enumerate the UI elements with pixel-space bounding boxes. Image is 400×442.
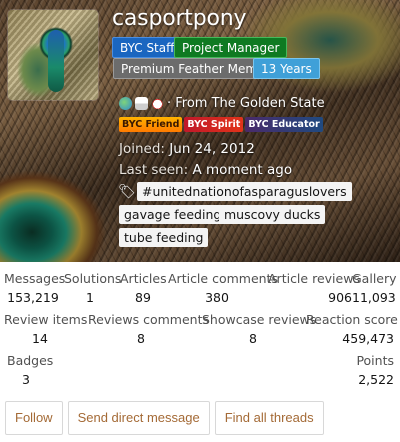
last-seen-value: A moment ago xyxy=(192,162,293,178)
profile-banner: casportpony BYC Staff Project Manager Pr… xyxy=(0,0,400,262)
globe-icon xyxy=(119,96,132,110)
joined-label: Joined: xyxy=(119,141,165,157)
stat-label: Gallery xyxy=(352,271,397,286)
trophy-row: BYC Friend BYC Spirit BYC Educator xyxy=(119,117,323,132)
stat-label: Review items xyxy=(4,312,88,327)
last-seen-label: Last seen: xyxy=(119,162,189,178)
stat-value: 380 xyxy=(205,290,229,305)
stat-value: 8 xyxy=(137,331,145,346)
stat-gallery[interactable]: Gallery 11,093 xyxy=(352,271,397,305)
stat-points[interactable]: Points 2,522 xyxy=(330,353,394,387)
chicken-icon xyxy=(151,96,164,110)
stat-value: 3 xyxy=(22,372,30,387)
joined-line: Joined: Jun 24, 2012 xyxy=(119,141,255,157)
stat-label: Points xyxy=(356,353,394,368)
profile-actions: Follow Send direct message Find all thre… xyxy=(5,401,324,435)
stat-value: 8 xyxy=(249,331,257,346)
stat-label: Showcase reviews xyxy=(202,312,317,327)
stat-solutions[interactable]: Solutions 1 xyxy=(64,271,122,305)
badge-project-manager: Project Manager xyxy=(174,37,288,58)
stat-reaction-score[interactable]: Reaction score 459,473 xyxy=(306,312,398,346)
trophy-byc-friend[interactable]: BYC Friend xyxy=(119,117,183,132)
stat-value: 2,522 xyxy=(358,372,394,387)
stat-value: 906 xyxy=(328,290,352,305)
stat-value: 89 xyxy=(135,290,151,305)
stat-review-items[interactable]: Review items 14 xyxy=(4,312,87,346)
send-direct-message-button[interactable]: Send direct message xyxy=(67,401,210,435)
tag-item[interactable]: #unitednationofasparaguslovers xyxy=(137,182,352,201)
stat-label: Reviews comments xyxy=(88,312,209,327)
joined-date: Jun 24, 2012 xyxy=(169,141,255,157)
username[interactable]: casportpony xyxy=(112,6,247,31)
stat-showcase-reviews[interactable]: Showcase reviews 8 xyxy=(202,312,316,346)
find-all-threads-button[interactable]: Find all threads xyxy=(214,401,324,435)
stat-label: Article reviews xyxy=(268,271,360,286)
stat-article-comments[interactable]: Article comments 380 xyxy=(168,271,278,305)
badge-membership-years: 13 Years xyxy=(253,58,320,79)
stat-label: Reaction score xyxy=(306,312,398,327)
trophy-byc-educator[interactable]: BYC Educator xyxy=(245,117,323,132)
stat-value: 14 xyxy=(32,331,48,346)
flag-icon xyxy=(135,96,148,110)
stat-label: Articles xyxy=(120,271,167,286)
avatar[interactable] xyxy=(8,10,98,100)
last-seen-line: Last seen: A moment ago xyxy=(119,162,292,178)
user-origin: · From The Golden State xyxy=(119,94,325,112)
stat-label: Article comments xyxy=(168,271,278,286)
origin-text: · From The Golden State xyxy=(167,95,325,111)
stat-value: 1 xyxy=(86,290,94,305)
stat-label: Solutions xyxy=(64,271,122,286)
tag-item[interactable]: muscovy ducks xyxy=(219,205,326,224)
stat-articles[interactable]: Articles 89 xyxy=(120,271,167,305)
trophy-byc-spirit[interactable]: BYC Spirit xyxy=(184,117,244,132)
stat-value: 153,219 xyxy=(7,290,59,305)
tag-item[interactable]: gavage feeding xyxy=(119,205,227,224)
tag-item[interactable]: tube feeding xyxy=(119,228,209,247)
stat-messages[interactable]: Messages 153,219 xyxy=(4,271,66,305)
badge-byc-staff: BYC Staff xyxy=(112,37,183,58)
stat-label: Badges xyxy=(7,353,54,368)
stat-label: Messages xyxy=(4,271,66,286)
avatar-peacock-image xyxy=(48,30,64,92)
follow-button[interactable]: Follow xyxy=(5,401,63,435)
stat-reviews-comments[interactable]: Reviews comments 8 xyxy=(88,312,209,346)
stat-article-reviews[interactable]: Article reviews 906 xyxy=(268,271,360,305)
stat-value: 11,093 xyxy=(352,290,396,305)
stat-badges[interactable]: Badges 3 xyxy=(7,353,67,387)
tag-icon: 🏷 xyxy=(118,184,136,200)
member-stats: Messages 153,219 Solutions 1 Articles 89… xyxy=(0,262,400,390)
stat-value: 459,473 xyxy=(342,331,394,346)
